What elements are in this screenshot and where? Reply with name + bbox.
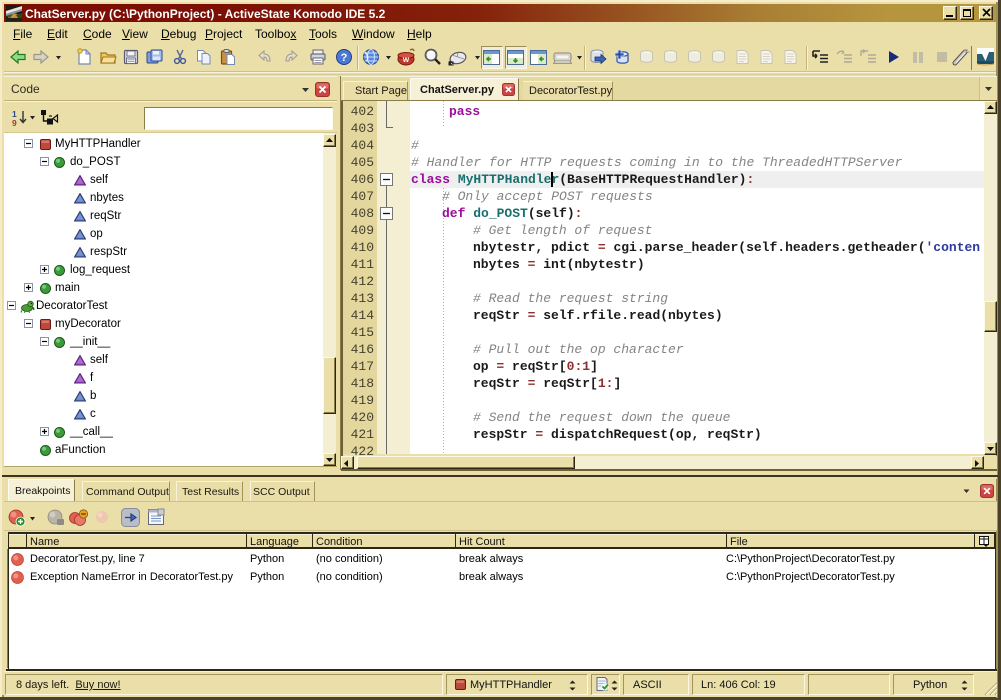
svg-text:w: w bbox=[402, 55, 410, 64]
svg-text:?: ? bbox=[341, 52, 348, 64]
svg-text:9: 9 bbox=[12, 118, 17, 128]
